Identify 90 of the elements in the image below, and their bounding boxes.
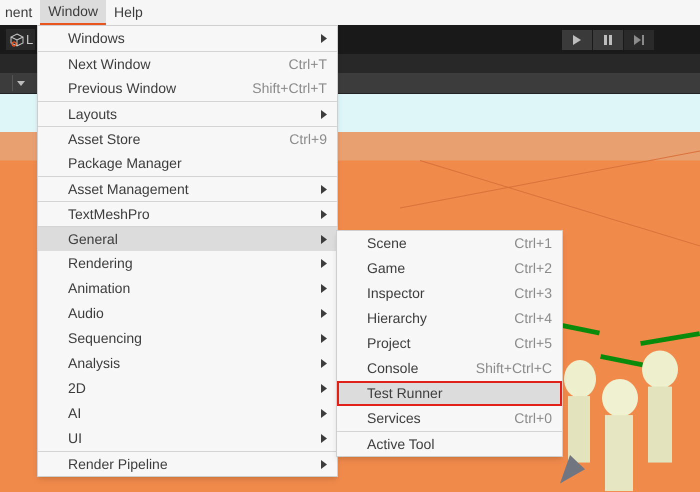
play-icon xyxy=(573,34,581,44)
shortcut-label: Shift+Ctrl+T xyxy=(252,79,327,98)
submenu-arrow-icon xyxy=(321,234,327,244)
scene-tab[interactable]: L xyxy=(6,29,36,50)
submenu-arrow-icon xyxy=(321,434,327,443)
menu-item[interactable]: General xyxy=(38,226,337,251)
menu-item-label: Analysis xyxy=(68,354,122,373)
menu-item[interactable]: Services Ctrl+0 xyxy=(337,406,562,431)
menu-item-label: Project xyxy=(367,334,412,353)
step-button[interactable] xyxy=(624,30,654,50)
shortcut-label: Ctrl+2 xyxy=(514,259,552,278)
menu-item[interactable]: Game Ctrl+2 xyxy=(337,256,562,281)
submenu-arrow-icon xyxy=(321,210,327,218)
menu-item-label: UI xyxy=(68,429,83,448)
menu-item-label: Hierarchy xyxy=(367,309,428,328)
submenu-arrow-icon xyxy=(321,284,327,293)
submenu-arrow-icon xyxy=(321,359,327,368)
menu-item[interactable]: Next Window Ctrl+T xyxy=(38,51,337,76)
menu-item-label: Animation xyxy=(68,279,132,298)
menu-item-label: Active Tool xyxy=(367,434,436,454)
submenu-arrow-icon xyxy=(321,460,327,468)
menu-item[interactable]: 2D xyxy=(38,376,337,401)
shortcut-label: Ctrl+T xyxy=(288,54,327,74)
submenu-arrow-icon xyxy=(321,184,327,194)
menu-item[interactable]: Audio xyxy=(38,301,337,326)
menu-item[interactable]: UI xyxy=(38,426,337,451)
pause-button[interactable] xyxy=(593,30,623,50)
menu-item[interactable]: Inspector Ctrl+3 xyxy=(337,281,562,306)
submenu-arrow-icon xyxy=(321,259,327,268)
submenu-arrow-icon xyxy=(321,409,327,418)
menu-item[interactable]: Asset Store Ctrl+9 xyxy=(38,126,337,151)
menu-item-label: Scene xyxy=(367,234,408,253)
menu-item-label: Rendering xyxy=(68,254,134,273)
menu-bar-item[interactable]: nent xyxy=(0,0,40,25)
menu-item-label: Windows xyxy=(68,29,126,48)
menu-item[interactable]: Asset Management xyxy=(38,176,337,201)
menu-item[interactable]: Hierarchy Ctrl+4 xyxy=(337,306,562,331)
shortcut-label: Ctrl+0 xyxy=(514,409,552,428)
menu-item-label: Test Runner xyxy=(367,384,444,403)
menu-item[interactable]: Package Manager xyxy=(38,151,337,176)
menu-bar-item[interactable]: Window xyxy=(40,0,106,25)
shortcut-label: Ctrl+5 xyxy=(514,334,552,353)
menu-item[interactable]: Analysis xyxy=(38,351,337,376)
menu-item-label: Sequencing xyxy=(68,329,143,348)
submenu-arrow-icon xyxy=(321,309,327,318)
menu-item[interactable]: Windows xyxy=(38,26,337,51)
shortcut-label: Ctrl+1 xyxy=(514,234,552,253)
pause-icon xyxy=(604,34,612,44)
menu-item-label: AI xyxy=(68,404,82,423)
menu-item-label: Console xyxy=(367,359,420,378)
menu-item[interactable]: Test Runner xyxy=(337,381,562,406)
menu-item[interactable]: Animation xyxy=(38,276,337,301)
submenu-arrow-icon xyxy=(321,110,327,118)
menu-item[interactable]: Rendering xyxy=(38,251,337,276)
menu-item-label: Next Window xyxy=(68,54,152,74)
menu-item-label: Layouts xyxy=(68,104,118,124)
shortcut-label: Ctrl+9 xyxy=(289,130,327,148)
menu-item-label: Render Pipeline xyxy=(68,454,169,474)
menu-item-label: Package Manager xyxy=(68,154,183,173)
menu-item[interactable]: AI xyxy=(38,401,337,426)
menu-item[interactable]: Console Shift+Ctrl+C xyxy=(337,356,562,381)
menu-item[interactable]: Sequencing xyxy=(38,326,337,351)
menu-item[interactable]: Active Tool xyxy=(337,431,562,456)
submenu-arrow-icon xyxy=(321,384,327,393)
menu-item-label: Services xyxy=(367,409,422,428)
menu-item-label: TextMeshPro xyxy=(68,204,151,224)
menu-item-label: 2D xyxy=(68,379,87,398)
menu-item-label: Inspector xyxy=(367,284,426,303)
menu-item[interactable]: Scene Ctrl+1 xyxy=(337,231,562,256)
menu-item[interactable]: Render Pipeline xyxy=(38,451,337,476)
menu-item-label: Asset Management xyxy=(68,180,190,199)
menu-item-label: Previous Window xyxy=(68,79,178,98)
menu-item-label: General xyxy=(68,230,119,248)
play-button[interactable] xyxy=(562,30,592,50)
shortcut-label: Ctrl+3 xyxy=(514,284,552,303)
step-icon xyxy=(634,34,644,44)
menu-item-label: Audio xyxy=(68,304,105,323)
submenu-arrow-icon xyxy=(321,34,327,43)
menu-item-label: Asset Store xyxy=(68,130,142,148)
submenu-arrow-icon xyxy=(321,334,327,343)
scene-label: L xyxy=(26,30,34,49)
menu-item-label: Game xyxy=(367,259,406,278)
cube-icon xyxy=(10,32,24,46)
shortcut-label: Ctrl+4 xyxy=(514,309,552,328)
menu-bar-item[interactable]: Help xyxy=(106,0,151,25)
caret-icon xyxy=(16,80,24,86)
dropdown-button[interactable] xyxy=(12,75,28,91)
shortcut-label: Shift+Ctrl+C xyxy=(476,359,552,378)
menu-item[interactable]: Project Ctrl+5 xyxy=(337,331,562,356)
menu-item[interactable]: Previous Window Shift+Ctrl+T xyxy=(38,76,337,101)
